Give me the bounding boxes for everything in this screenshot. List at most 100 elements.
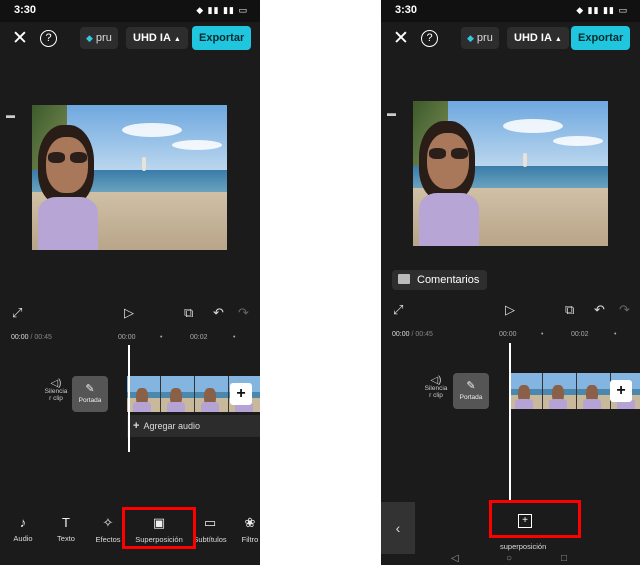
status-icons: ◆ ▮▮ ▮▮ ▭ <box>576 5 628 15</box>
preview-cloud <box>122 123 182 137</box>
tool-filter[interactable]: ❀ Filtro <box>222 515 260 544</box>
clip-frame <box>127 376 161 412</box>
preview-glasses <box>451 148 468 159</box>
highlight-box <box>122 507 196 549</box>
filter-icon: ❀ <box>244 515 256 530</box>
time-readout: 00:00 / 00:45 <box>392 331 433 338</box>
preview-glasses <box>429 148 446 159</box>
nav-recents-icon[interactable]: □ <box>561 553 567 564</box>
canvas-ratio-icon[interactable]: ▬ <box>6 110 15 120</box>
keyframe-icon[interactable]: ⧉ <box>184 305 193 321</box>
play-icon[interactable]: ▷ <box>124 305 134 321</box>
nav-back-icon[interactable]: ◁ <box>451 553 459 564</box>
resolution-label: UHD IA <box>514 32 552 44</box>
back-button[interactable]: ‹ <box>381 502 415 554</box>
redo-icon[interactable]: ↷ <box>619 302 630 318</box>
current-time: 00:00 <box>11 334 29 341</box>
status-icons: ◆ ▮▮ ▮▮ ▭ <box>196 5 248 15</box>
tool-label: Audio <box>13 534 33 543</box>
ruler-mark: 00:02 <box>190 334 208 341</box>
clip-frame <box>543 373 577 409</box>
ruler-mark: 00:00 <box>499 331 517 338</box>
preview-woman-face <box>427 133 469 189</box>
preview-glasses <box>48 152 65 163</box>
clip-frame <box>509 373 543 409</box>
add-clip-button[interactable]: + <box>610 380 632 402</box>
pro-label: pru <box>476 32 493 44</box>
canvas-ratio-icon[interactable]: ▬ <box>387 108 396 118</box>
clip-frame <box>577 373 611 409</box>
export-button[interactable]: Exportar <box>192 26 252 50</box>
status-time: 3:30 <box>395 4 418 16</box>
ruler-mark: • <box>541 331 544 338</box>
overlay-label[interactable]: superposición <box>500 542 546 551</box>
speaker-icon: ◁) <box>430 375 442 386</box>
ruler-mark: 00:02 <box>571 331 589 338</box>
add-clip-button[interactable]: + <box>230 383 252 405</box>
top-bar: ✕ ? ◆ pru UHD IA ▲ Exportar <box>381 22 640 58</box>
comments-button[interactable]: Comentarios <box>392 270 488 290</box>
ruler-mark: 00:00 <box>118 334 136 341</box>
tool-label: Filtro <box>241 535 259 544</box>
cover-button[interactable]: ✎ Portada <box>72 376 108 412</box>
ruler-mark: • <box>614 331 617 338</box>
resolution-button[interactable]: UHD IA ▲ <box>507 27 569 49</box>
preview-woman-top <box>38 197 98 250</box>
undo-icon[interactable]: ↶ <box>594 302 605 318</box>
comment-icon <box>398 274 410 284</box>
clip-frame <box>195 376 229 412</box>
export-button[interactable]: Exportar <box>571 26 631 50</box>
cover-button[interactable]: ✎ Portada <box>453 373 489 409</box>
status-time: 3:30 <box>14 4 37 16</box>
top-bar: ✕ ? ◆ pru UHD IA ▲ Exportar <box>0 22 260 58</box>
android-nav-bar: ◁ ○ □ <box>381 553 640 565</box>
fullscreen-icon[interactable]: ⤢ <box>393 302 403 318</box>
highlight-box <box>489 500 581 538</box>
help-icon[interactable]: ? <box>40 30 57 47</box>
playhead[interactable] <box>128 345 130 452</box>
playhead[interactable] <box>509 343 511 503</box>
video-preview[interactable] <box>32 105 227 250</box>
left-phone-screen: 3:30 ◆ ▮▮ ▮▮ ▭ ✕ ? ◆ pru UHD IA ▲ Exportar… <box>0 0 260 565</box>
nav-home-icon[interactable]: ○ <box>506 553 512 564</box>
mute-clip-button[interactable]: ◁) Silencia r clip <box>44 378 68 403</box>
play-icon[interactable]: ▷ <box>505 302 515 318</box>
tool-label: Efectos <box>95 535 121 544</box>
close-icon[interactable]: ✕ <box>12 28 28 50</box>
fullscreen-icon[interactable]: ⤢ <box>12 305 22 321</box>
clip-frame <box>161 376 195 412</box>
pencil-icon: ✎ <box>85 383 95 395</box>
pro-button[interactable]: ◆ pru <box>461 27 499 49</box>
status-bar: 3:30 ◆ ▮▮ ▮▮ ▭ <box>0 0 260 22</box>
mute-clip-button[interactable]: ◁) Silencia r clip <box>424 375 448 400</box>
pro-button[interactable]: ◆ pru <box>80 27 118 49</box>
preview-woman-top <box>419 193 479 246</box>
duration: / 00:45 <box>411 331 433 338</box>
help-icon[interactable]: ? <box>421 30 438 47</box>
diamond-icon: ◆ <box>86 33 93 43</box>
mute-clip-label: Silencia r clip <box>424 385 448 399</box>
ruler-mark: • <box>233 334 236 341</box>
cover-label: Portada <box>459 394 483 401</box>
preview-cloud <box>503 119 563 133</box>
keyframe-icon[interactable]: ⧉ <box>565 302 574 318</box>
time-readout: 00:00 / 00:45 <box>11 334 52 341</box>
ruler-mark: • <box>160 334 163 341</box>
add-audio-button[interactable]: + Agregar audio <box>127 415 260 437</box>
preview-glasses <box>70 152 87 163</box>
resolution-label: UHD IA <box>133 32 171 44</box>
preview-woman-face <box>46 137 88 193</box>
mute-clip-label: Silencia r clip <box>44 388 68 402</box>
resolution-button[interactable]: UHD IA ▲ <box>126 27 188 49</box>
preview-person <box>523 153 527 167</box>
cover-label: Portada <box>78 397 102 404</box>
speaker-icon: ◁) <box>50 378 62 389</box>
video-preview[interactable] <box>413 101 608 246</box>
redo-icon[interactable]: ↷ <box>238 305 249 321</box>
undo-icon[interactable]: ↶ <box>213 305 224 321</box>
pro-label: pru <box>95 32 112 44</box>
close-icon[interactable]: ✕ <box>393 28 409 50</box>
tool-label: Texto <box>57 534 75 543</box>
caret-down-icon: ▲ <box>173 36 181 43</box>
current-time: 00:00 <box>392 331 410 338</box>
